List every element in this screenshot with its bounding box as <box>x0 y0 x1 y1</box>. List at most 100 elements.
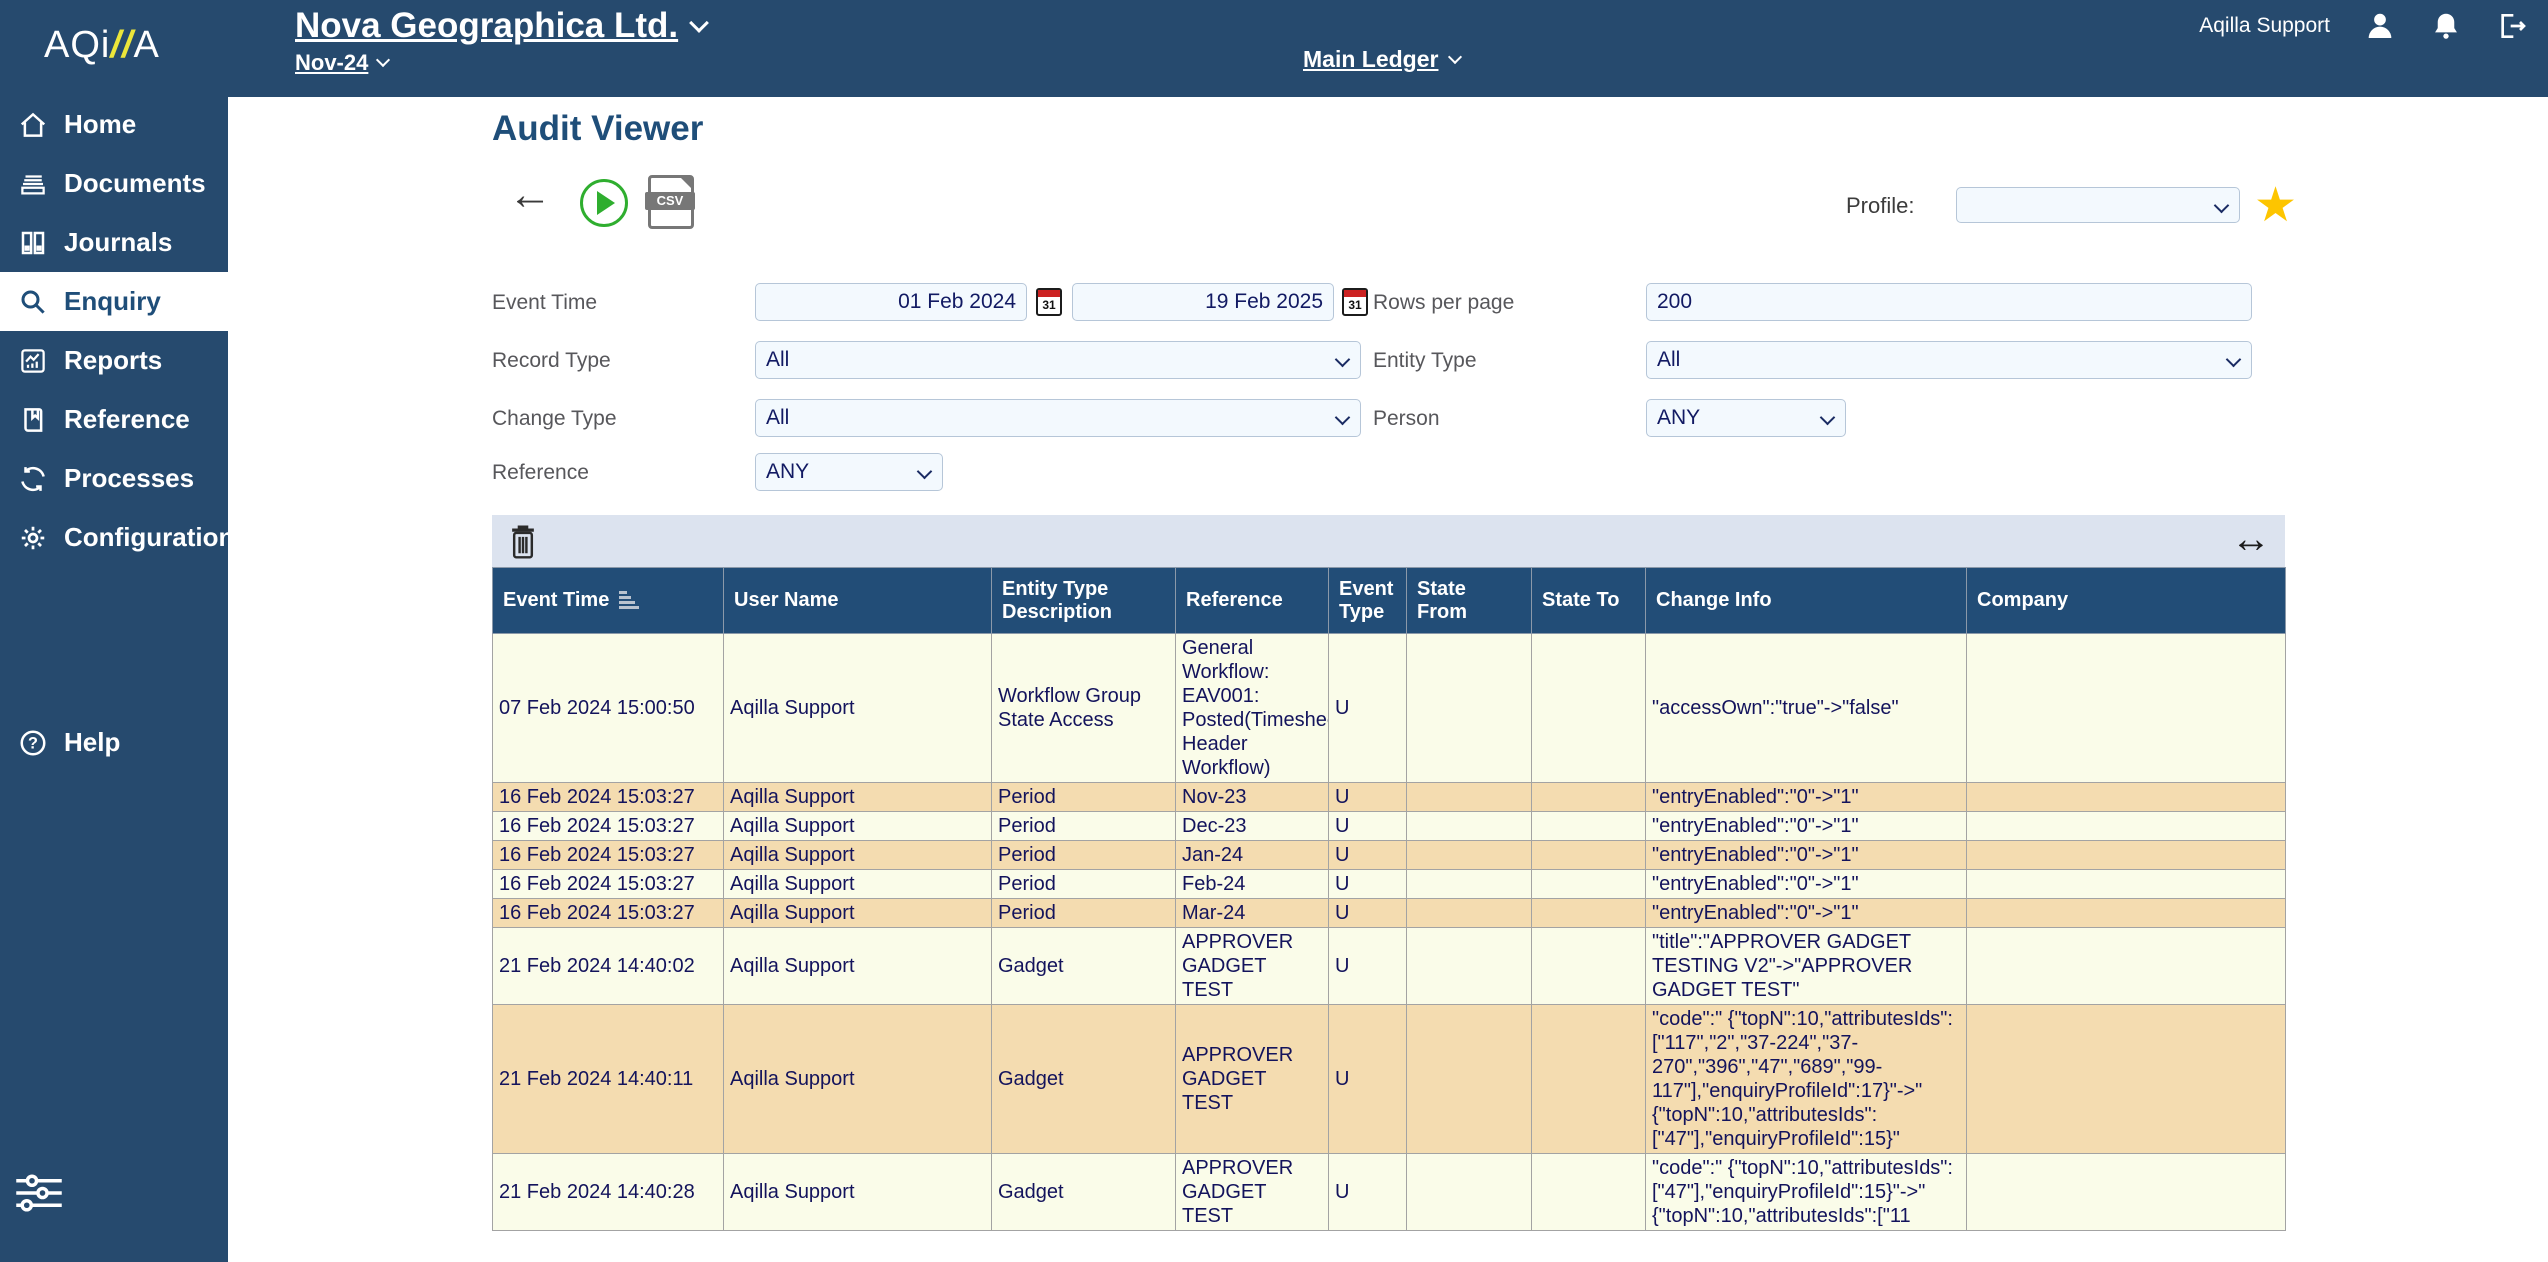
table-cell: "entryEnabled":"0"->"1" <box>1646 899 1967 928</box>
table-row[interactable]: 07 Feb 2024 15:00:50Aqilla SupportWorkfl… <box>493 634 2286 783</box>
table-cell: 16 Feb 2024 15:03:27 <box>493 812 724 841</box>
chevron-down-icon <box>1448 49 1462 63</box>
col-change-info[interactable]: Change Info <box>1646 568 1967 634</box>
ledger-label: Main Ledger <box>1303 46 1438 73</box>
table-cell <box>1532 841 1646 870</box>
col-entity-type-description[interactable]: Entity Type Description <box>992 568 1176 634</box>
notifications-bell-icon[interactable] <box>2430 10 2462 42</box>
change-type-value: All <box>766 406 789 430</box>
sidebar-item-reports[interactable]: Reports <box>0 331 228 390</box>
table-cell: Workflow Group State Access <box>992 634 1176 783</box>
col-state-from[interactable]: State From <box>1407 568 1532 634</box>
chevron-down-icon <box>376 53 390 67</box>
table-cell <box>1532 928 1646 1005</box>
calendar-icon[interactable]: 31 <box>1036 288 1062 316</box>
delete-trash-icon[interactable] <box>506 522 540 560</box>
calendar-day: 31 <box>1038 298 1060 312</box>
table-cell: 21 Feb 2024 14:40:02 <box>493 928 724 1005</box>
table-row[interactable]: 16 Feb 2024 15:03:27Aqilla SupportPeriod… <box>493 870 2286 899</box>
table-toolbar: ↔ <box>492 515 2285 567</box>
table-cell: Gadget <box>992 1154 1176 1231</box>
col-reference[interactable]: Reference <box>1176 568 1329 634</box>
change-type-select[interactable]: All <box>755 399 1361 437</box>
reports-chart-icon <box>18 346 48 376</box>
table-cell: 16 Feb 2024 15:03:27 <box>493 783 724 812</box>
table-cell: U <box>1329 634 1407 783</box>
table-cell <box>1407 1005 1532 1154</box>
company-selector[interactable]: Nova Geographica Ltd. <box>295 6 706 46</box>
person-select[interactable]: ANY <box>1646 399 1846 437</box>
table-cell <box>1532 783 1646 812</box>
table-cell: Aqilla Support <box>724 928 992 1005</box>
table-cell <box>1967 1005 2286 1154</box>
table-cell: Gadget <box>992 928 1176 1005</box>
table-cell: "entryEnabled":"0"->"1" <box>1646 870 1967 899</box>
reference-select[interactable]: ANY <box>755 453 943 491</box>
table-cell: 16 Feb 2024 15:03:27 <box>493 870 724 899</box>
table-cell: U <box>1329 783 1407 812</box>
sidebar-item-help[interactable]: ? Help <box>0 713 120 772</box>
table-row[interactable]: 16 Feb 2024 15:03:27Aqilla SupportPeriod… <box>493 812 2286 841</box>
filter-sliders-icon[interactable] <box>12 1172 66 1214</box>
entity-type-label: Entity Type <box>1373 349 1477 373</box>
csv-label: CSV <box>645 192 695 210</box>
user-icon[interactable] <box>2364 10 2396 42</box>
user-area: Aqilla Support <box>2199 10 2528 42</box>
calendar-icon[interactable]: 31 <box>1342 288 1368 316</box>
favorite-star-icon[interactable]: ★ <box>2254 177 2297 233</box>
table-cell <box>1967 928 2286 1005</box>
calendar-top <box>1038 290 1060 297</box>
sidebar-nav: Home Documents Journals Enquiry <box>0 95 228 567</box>
table-cell <box>1967 870 2286 899</box>
sidebar-item-enquiry[interactable]: Enquiry <box>0 272 228 331</box>
documents-icon <box>18 169 48 199</box>
col-user-name[interactable]: User Name <box>724 568 992 634</box>
sidebar-item-reference[interactable]: Reference <box>0 390 228 449</box>
sidebar-item-home[interactable]: Home <box>0 95 228 154</box>
period-selector[interactable]: Nov-24 <box>295 50 388 76</box>
record-type-select[interactable]: All <box>755 341 1361 379</box>
ledger-selector[interactable]: Main Ledger <box>1303 46 1460 73</box>
col-company[interactable]: Company <box>1967 568 2286 634</box>
table-cell: "code":" {"topN":10,"attributesIds": ["4… <box>1646 1154 1967 1231</box>
table-cell: Aqilla Support <box>724 841 992 870</box>
col-event-time[interactable]: Event Time <box>493 568 724 634</box>
sidebar-item-processes[interactable]: Processes <box>0 449 228 508</box>
rows-per-page-input[interactable]: 200 <box>1646 283 2252 321</box>
entity-type-select[interactable]: All <box>1646 341 2252 379</box>
chevron-down-icon <box>1335 410 1351 426</box>
table-cell: "entryEnabled":"0"->"1" <box>1646 783 1967 812</box>
table-row[interactable]: 16 Feb 2024 15:03:27Aqilla SupportPeriod… <box>493 899 2286 928</box>
sidebar-item-configuration[interactable]: Configuration <box>0 508 228 567</box>
table-cell: Period <box>992 870 1176 899</box>
logout-icon[interactable] <box>2496 10 2528 42</box>
export-csv-icon[interactable]: CSV <box>648 175 694 229</box>
person-label: Person <box>1373 407 1440 431</box>
reference-value: ANY <box>766 460 809 484</box>
chevron-down-icon <box>1820 410 1836 426</box>
table-cell <box>1532 899 1646 928</box>
sidebar-item-journals[interactable]: Journals <box>0 213 228 272</box>
table-cell: APPROVER GADGET TEST <box>1176 928 1329 1005</box>
table-row[interactable]: 21 Feb 2024 14:40:11Aqilla SupportGadget… <box>493 1005 2286 1154</box>
table-row[interactable]: 16 Feb 2024 15:03:27Aqilla SupportPeriod… <box>493 783 2286 812</box>
table-cell: Aqilla Support <box>724 634 992 783</box>
back-arrow-icon[interactable]: ← <box>508 173 552 217</box>
col-event-type[interactable]: Event Type <box>1329 568 1407 634</box>
audit-viewer-app: Nova Geographica Ltd. Nov-24 Main Ledger… <box>0 0 2548 1262</box>
table-row[interactable]: 21 Feb 2024 14:40:02Aqilla SupportGadget… <box>493 928 2286 1005</box>
date-to-input[interactable]: 19 Feb 2025 <box>1072 283 1334 321</box>
file-fold-corner <box>680 177 692 189</box>
table-cell <box>1407 634 1532 783</box>
profile-select[interactable] <box>1956 187 2240 223</box>
date-from-input[interactable]: 01 Feb 2024 <box>755 283 1027 321</box>
col-state-to[interactable]: State To <box>1532 568 1646 634</box>
table-row[interactable]: 16 Feb 2024 15:03:27Aqilla SupportPeriod… <box>493 841 2286 870</box>
run-query-icon[interactable] <box>580 179 628 227</box>
profile-label: Profile: <box>1846 193 1914 219</box>
chevron-down-icon <box>689 13 709 33</box>
table-row[interactable]: 21 Feb 2024 14:40:28Aqilla SupportGadget… <box>493 1154 2286 1231</box>
resize-columns-icon[interactable]: ↔ <box>2231 517 2271 562</box>
table-cell: "accessOwn":"true"->"false" <box>1646 634 1967 783</box>
sidebar-item-documents[interactable]: Documents <box>0 154 228 213</box>
